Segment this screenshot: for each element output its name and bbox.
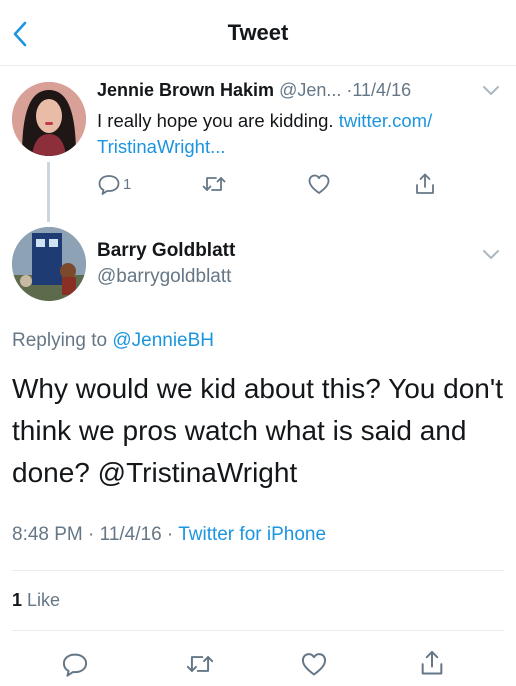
reply-button[interactable]: 1 <box>97 172 131 196</box>
author-handle[interactable]: @barrygoldblatt <box>97 266 231 288</box>
divider <box>12 570 504 571</box>
top-bar: Tweet <box>0 0 516 66</box>
heart-icon <box>308 174 330 194</box>
share-button[interactable] <box>413 172 437 196</box>
chevron-down-icon <box>483 86 499 95</box>
author-handle[interactable]: @Jen... <box>279 80 341 100</box>
reply-count: 1 <box>123 175 132 193</box>
retweet-icon <box>202 177 226 191</box>
retweet-icon <box>186 656 214 672</box>
likes-count[interactable]: 1 Like <box>12 590 60 611</box>
meta-dot: · <box>166 524 174 545</box>
tweet-source[interactable]: Twitter for iPhone <box>178 524 326 545</box>
thread-connector <box>47 162 50 222</box>
like-label: Like <box>27 590 61 610</box>
tweet-date: 11/4/16 <box>99 524 162 545</box>
tweet-body: I really hope you are kidding. <box>97 110 334 131</box>
author-name[interactable]: Barry Goldblatt <box>97 240 235 262</box>
page-title: Tweet <box>227 20 289 45</box>
tweet-date[interactable]: 11/4/16 <box>352 80 411 100</box>
divider <box>12 630 504 631</box>
avatar[interactable] <box>12 82 86 156</box>
reply-icon <box>98 175 120 195</box>
share-icon <box>416 173 434 194</box>
retweet-button[interactable] <box>185 650 215 678</box>
like-button[interactable] <box>307 172 331 196</box>
chevron-down-icon <box>483 250 499 259</box>
tweet-mention[interactable]: @TristinaWright <box>98 457 298 488</box>
main-tweet-actions <box>0 644 516 684</box>
tweet-time: 8:48 PM <box>12 524 83 545</box>
meta-dot: · <box>88 524 95 545</box>
main-tweet-text: Why would we kid about this? You don't t… <box>12 368 507 494</box>
tweet-meta: 8:48 PM · 11/4/16 · Twitter for iPhone <box>12 524 326 546</box>
like-count: 1 <box>12 590 23 610</box>
like-button[interactable] <box>300 650 328 678</box>
parent-tweet-text: I really hope you are kidding. twitter.c… <box>97 108 507 160</box>
heart-icon <box>301 653 327 676</box>
replying-to-label: Replying to <box>12 330 108 351</box>
replying-to-handle[interactable]: @JennieBH <box>112 330 214 351</box>
share-icon <box>421 650 443 675</box>
reply-button[interactable] <box>61 650 89 678</box>
parent-tweet-header: Jennie Brown Hakim @Jen... ·11/4/16 <box>97 80 411 101</box>
parent-tweet-actions: 1 <box>97 172 457 200</box>
share-button[interactable] <box>418 649 446 677</box>
reply-icon <box>62 653 88 677</box>
tweet-menu-button[interactable] <box>482 84 500 102</box>
avatar[interactable] <box>12 227 86 301</box>
author-name[interactable]: Jennie Brown Hakim <box>97 80 274 100</box>
avatar-photo <box>12 227 86 301</box>
retweet-button[interactable] <box>201 172 227 196</box>
avatar-photo <box>12 82 86 156</box>
tweet-menu-button[interactable] <box>482 248 500 266</box>
replying-to: Replying to @JennieBH <box>12 330 214 352</box>
